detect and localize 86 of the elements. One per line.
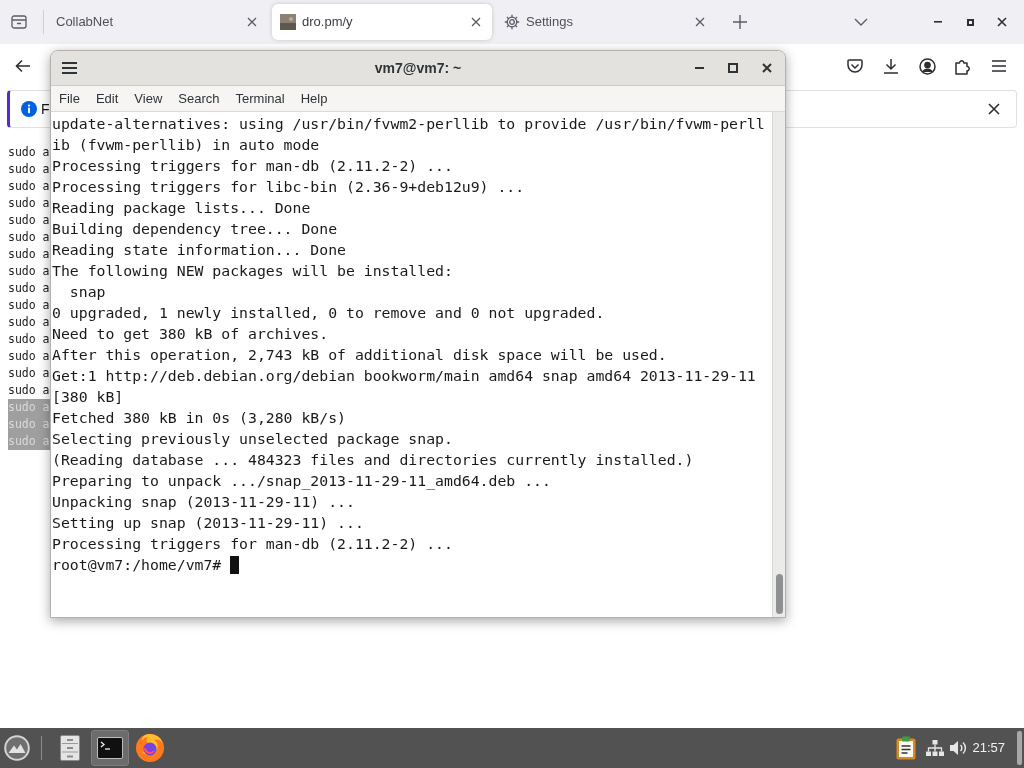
chevron-down-icon — [854, 18, 868, 26]
account-icon — [918, 57, 936, 75]
tab[interactable]: Settings — [496, 4, 716, 40]
page-text-line: sudo a — [8, 212, 50, 229]
terminal-icon — [97, 737, 123, 759]
page-text-line: sudo a — [8, 263, 50, 280]
clock: 21:57 — [972, 739, 1005, 758]
gear-icon — [504, 14, 520, 30]
terminal-line: Processing triggers for man-db (2.11.2-2) ... — [52, 156, 453, 176]
page-text-line: sudo a — [8, 280, 50, 297]
terminal-line: snap — [68, 282, 106, 302]
notification-text: F — [41, 99, 50, 119]
mountain-circle-icon — [4, 735, 30, 761]
minimize-icon — [934, 21, 942, 23]
plus-icon — [733, 15, 747, 29]
menu-icon — [992, 60, 1006, 72]
page-text-line: sudo a — [8, 195, 50, 212]
back-arrow-icon — [15, 59, 31, 73]
terminal-prompt: root@vm7:/home/vm7# — [52, 555, 222, 575]
terminal-line: [380 kB] — [52, 387, 124, 407]
terminal-line: Reading package lists... Done — [52, 198, 311, 218]
site-favicon-icon — [280, 14, 296, 30]
tab-list-icon — [11, 14, 27, 30]
menu-item[interactable]: File — [51, 86, 88, 111]
terminal-line: Preparing to unpack .../snap_2013-11-29-11_amd64.deb ... — [52, 471, 551, 491]
scrollbar-thumb[interactable] — [775, 574, 783, 614]
minimize-icon — [694, 67, 704, 69]
window-title: vm7@vm7: ~ — [374, 58, 462, 78]
browser-icon — [135, 733, 165, 763]
menu-item[interactable]: View — [126, 86, 171, 111]
terminal-line: Building dependency tree... Done — [52, 219, 338, 239]
terminal-line: ib (fvwm-perllib) in auto mode — [52, 135, 320, 155]
terminal-line: The following NEW packages will be installed: — [52, 261, 453, 281]
close-icon — [762, 63, 772, 73]
info-icon — [21, 101, 37, 117]
terminal-line: After this operation, 2,743 kB of additional disk space will be used. — [52, 345, 667, 365]
close-icon — [471, 17, 481, 27]
puzzle-piece-icon — [955, 57, 971, 75]
block-cursor-icon — [230, 555, 240, 574]
maximize-icon — [966, 18, 974, 26]
maximize-icon — [728, 63, 738, 73]
terminal-line: Reading state information... Done — [52, 240, 346, 260]
menu-item[interactable]: Help — [292, 86, 336, 111]
page-text-line: sudo a — [8, 314, 50, 331]
terminal-line: Get:1 http://deb.debian.org/debian bookworm/main amd64 snap amd64 2013-11-29-11 — [52, 366, 756, 386]
page-text-line: sudo a — [8, 365, 50, 382]
start-menu-button[interactable] — [3, 734, 31, 762]
terminal-line: Processing triggers for libc-bin (2.36-9+deb12u9) ... — [52, 177, 525, 197]
terminal-line: Processing triggers for man-db (2.11.2-2) ... — [52, 534, 453, 554]
menu-item[interactable]: Search — [170, 86, 228, 111]
close-icon — [247, 17, 257, 27]
tab[interactable]: dro.pm/y — [272, 4, 492, 40]
terminal-line: Unpacking snap (2013-11-29-11) ... — [52, 492, 355, 512]
page-text-line: sudo a — [8, 246, 50, 263]
terminal-line: update-alternatives: using /usr/bin/fvwm2-perllib to provide /usr/bin/fvwm-perll — [52, 114, 765, 134]
terminal-line: Need to get 380 kB of archives. — [52, 324, 329, 344]
terminal-line: Setting up snap (2013-11-29-11) ... — [52, 513, 364, 533]
file-cabinet-icon — [60, 735, 80, 761]
page-text-line: sudo a — [8, 382, 50, 399]
terminal-line: Selecting previously unselected package snap. — [52, 429, 453, 449]
page-text-line: sudo a — [8, 161, 50, 178]
menu-item[interactable]: Terminal — [227, 86, 293, 111]
page-text-line: sudo a — [8, 144, 50, 161]
download-icon — [883, 58, 899, 74]
taskbar-app-button[interactable] — [91, 730, 129, 766]
clipboard-button[interactable] — [895, 735, 918, 761]
menu-item[interactable]: Edit — [87, 86, 127, 111]
page-text-line: sudo a — [8, 297, 50, 314]
tab[interactable]: CollabNet — [48, 4, 268, 40]
scrollbar[interactable] — [772, 112, 785, 617]
close-icon — [988, 103, 1000, 115]
grip-handle-icon — [1017, 731, 1022, 765]
speaker-icon — [949, 740, 967, 756]
page-text-line: sudo a — [8, 331, 50, 348]
hamburger-menu-icon — [61, 62, 77, 74]
pocket-icon — [847, 58, 863, 74]
page-text-line: sudo a — [8, 178, 50, 195]
close-icon — [997, 17, 1007, 27]
close-icon — [695, 17, 705, 27]
terminal-line: (Reading database ... 484323 files and directories currently installed.) — [52, 450, 694, 470]
terminal-line: Fetched 380 kB in 0s (3,280 kB/s) — [52, 408, 346, 428]
page-text-line: sudo a — [8, 348, 50, 365]
clipboard-icon — [896, 736, 917, 760]
page-text-line: sudo a — [8, 229, 50, 246]
terminal-line: 0 upgraded, 1 newly installed, 0 to remove and 0 not upgraded. — [52, 303, 605, 323]
network-icon — [926, 740, 945, 756]
